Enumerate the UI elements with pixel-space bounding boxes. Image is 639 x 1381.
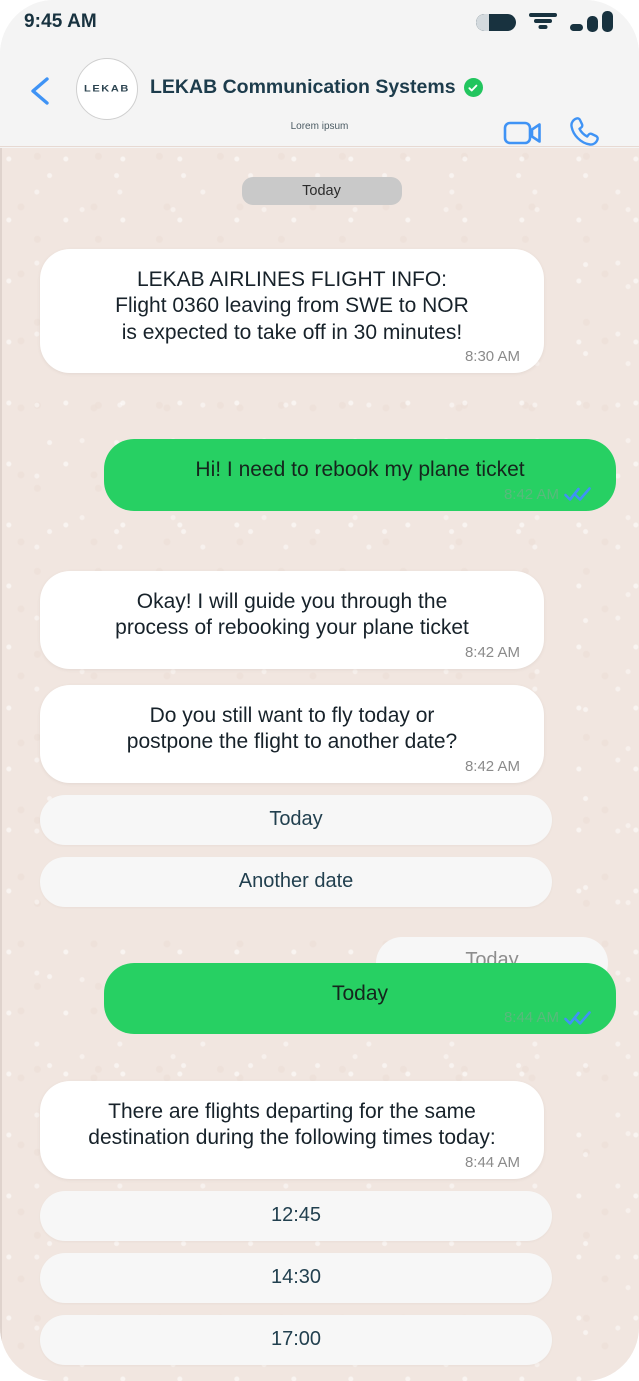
quick-reply-time-1700[interactable]: 17:00 [40,1314,552,1365]
message-meta: 8:44 AM [64,1154,520,1171]
contact-name: LEKAB Communication Systems [150,76,456,98]
contact-title-row[interactable]: LEKAB Communication Systems [150,76,483,99]
message-row: There are flights departing for the same… [2,1080,639,1179]
message-row: Do you still want to fly today or postpo… [2,684,639,783]
message-bubble-incoming[interactable]: Okay! I will guide you through the proce… [40,570,544,669]
message-bubble-incoming[interactable]: Do you still want to fly today or postpo… [40,684,544,783]
status-bar-icons [476,11,613,32]
status-bar: 9:45 AM [0,0,639,44]
message-text: Okay! I will guide you through the proce… [115,589,469,640]
back-button[interactable] [24,74,58,108]
message-text: LEKAB AIRLINES FLIGHT INFO: Flight 0360 … [115,268,469,344]
message-timestamp: 8:44 AM [464,1153,520,1171]
wifi-icon [529,13,557,31]
quick-reply-time-1245[interactable]: 12:45 [40,1190,552,1241]
message-bubble-outgoing[interactable]: Hi! I need to rebook my plane ticket 8:4… [104,439,616,511]
message-text: Hi! I need to rebook my plane ticket [195,458,525,482]
message-text: There are flights departing for the same… [88,1099,496,1150]
check-glyph [468,84,478,91]
status-bar-clock: 9:45 AM [24,11,97,32]
message-timestamp: 8:42 AM [464,643,520,661]
chat-message-list[interactable]: Today LEKAB AIRLINES FLIGHT INFO: Flight… [0,148,639,1381]
message-bubble-outgoing[interactable]: Today 8:44 AM [104,962,616,1035]
avatar-logo-text: LEKAB [84,83,130,95]
double-check-icon [564,1010,591,1025]
outgoing-today-group: Today Today 8:44 AM [2,936,639,1037]
chat-header: LEKAB LEKAB Communication Systems Lorem … [0,44,639,147]
contact-subtitle: Lorem ipsum [290,121,349,132]
message-bubble-incoming[interactable]: LEKAB AIRLINES FLIGHT INFO: Flight 0360 … [40,249,544,374]
quick-reply-today[interactable]: Today [40,794,552,845]
phone-icon [570,117,599,146]
back-chevron-icon [31,77,49,105]
message-meta: 8:42 AM [64,758,520,775]
message-row: Hi! I need to rebook my plane ticket 8:4… [2,439,639,511]
verified-check-icon [463,78,483,97]
message-meta: 8:30 AM [64,348,520,365]
message-meta: 8:42 AM [64,644,520,661]
message-timestamp: 8:44 AM [503,1009,559,1027]
signal-icon [570,11,613,32]
message-meta: 8:42 AM [128,486,592,503]
message-timestamp: 8:30 AM [464,348,520,366]
battery-icon [476,13,516,31]
message-row: Today 8:44 AM [2,962,639,1035]
message-row: Okay! I will guide you through the proce… [2,570,639,669]
message-text: Do you still want to fly today or postpo… [126,703,458,754]
message-bubble-incoming[interactable]: There are flights departing for the same… [40,1080,544,1179]
message-row: LEKAB AIRLINES FLIGHT INFO: Flight 0360 … [2,249,639,374]
phone-frame: 9:45 AM LEKAB LEKAB Communication System… [0,0,639,1381]
message-text: Today [331,981,389,1005]
avatar[interactable]: LEKAB [76,58,138,120]
message-timestamp: 8:42 AM [503,485,559,503]
date-divider: Today [241,177,402,205]
quick-reply-another-date[interactable]: Another date [40,856,552,907]
message-timestamp: 8:42 AM [464,757,520,775]
double-check-icon [564,487,591,502]
message-meta: 8:44 AM [128,1009,592,1026]
quick-reply-time-1430[interactable]: 14:30 [40,1252,552,1303]
video-camera-icon [503,121,541,145]
